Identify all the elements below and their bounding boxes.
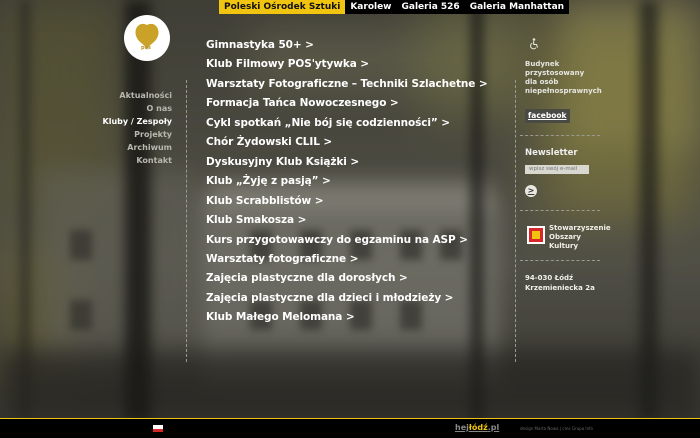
footer [0,419,700,438]
club-link[interactable]: Warsztaty Fotograficzne – Techniki Szlac… [206,75,488,94]
accessibility-info: Budynek przystosowany dla osób niepełnos… [525,60,602,95]
facebook-button[interactable]: facebook [525,109,570,123]
top-nav-karolew[interactable]: Karolew [345,0,396,14]
left-nav-projekty[interactable]: Projekty [103,128,172,141]
site-logo[interactable]: pos [124,15,170,61]
logo-text: pos [141,45,151,51]
club-link[interactable]: Gimnastyka 50+ > [206,36,488,55]
address: 94-030 Łódź Krzemieniecka 2a [525,274,595,292]
top-nav-galeria-526[interactable]: Galeria 526 [397,0,465,14]
club-link[interactable]: Formacja Tańca Nowoczesnego > [206,94,488,113]
polish-flag-icon[interactable] [153,425,163,432]
divider [520,260,600,261]
left-nav-kluby-zespoly[interactable]: Kluby / Zespoły [103,115,172,128]
club-link[interactable]: Klub Scrabblistów > [206,192,488,211]
top-nav: Poleski Ośrodek Sztuki Karolew Galeria 5… [219,0,570,14]
newsletter-title: Newsletter [525,148,578,158]
divider-left [186,80,187,362]
club-link[interactable]: Cykl spotkań „Nie bój się codzienności” … [206,114,488,133]
club-link[interactable]: Warsztaty fotograficzne > [206,250,488,269]
footer-credit: design Marta Nowa | cms Grupa Info [520,426,593,431]
left-nav: Aktualności O nas Kluby / Zespoły Projek… [103,89,172,167]
club-link[interactable]: Klub Filmowy POS'ytywka > [206,55,488,74]
top-nav-galeria-manhattan[interactable]: Galeria Manhattan [465,0,569,14]
left-nav-o-nas[interactable]: O nas [103,102,172,115]
org-name: Stowarzyszenie Obszary Kultury [549,224,611,250]
club-link[interactable]: Zajęcia plastyczne dla dzieci i młodzież… [206,289,488,308]
divider [520,135,600,136]
wheelchair-icon [530,38,539,50]
club-link[interactable]: Klub Małego Melomana > [206,308,488,327]
divider [520,210,600,211]
club-link[interactable]: Dyskusyjny Klub Książki > [206,153,488,172]
club-link[interactable]: Kurs przygotowawczy do egzaminu na ASP > [206,231,488,250]
heylodz-logo[interactable]: hejłódź.pl [455,423,499,432]
club-link[interactable]: Klub Smakosza > [206,211,488,230]
left-nav-aktualnosci[interactable]: Aktualności [103,89,172,102]
club-list: Gimnastyka 50+ > Klub Filmowy POS'ytywka… [206,36,488,328]
org-logo[interactable] [527,226,545,244]
club-link[interactable]: Chór Żydowski CLIL > [206,133,488,152]
club-link[interactable]: Klub „Żyję z pasją” > [206,172,488,191]
top-nav-pos[interactable]: Poleski Ośrodek Sztuki [219,0,346,14]
left-nav-archiwum[interactable]: Archiwum [103,141,172,154]
club-link[interactable]: Zajęcia plastyczne dla dorosłych > [206,269,488,288]
divider-right [515,80,516,362]
newsletter-submit-button[interactable]: > [525,185,537,197]
newsletter-email-input[interactable] [525,165,589,174]
left-nav-kontakt[interactable]: Kontakt [103,154,172,167]
